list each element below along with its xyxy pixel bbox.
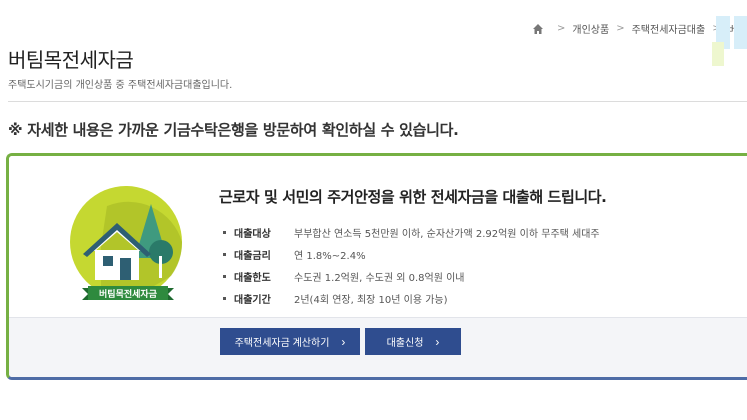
breadcrumb-item-housing-jeonse-loan[interactable]: 주택전세자금대출 [632, 21, 706, 36]
loan-apply-button-label: 대출신청 [386, 338, 424, 349]
emblem-label: 버팀목전세자금 [99, 290, 157, 300]
breadcrumb-separator-icon: > [616, 23, 625, 34]
spec-value: 2년(4회 연장, 최장 10년 이용 가능) [294, 294, 448, 306]
product-headline: 근로자 및 서민의 주거안정을 위한 전세자금을 대출해 드립니다. [219, 188, 607, 206]
loan-calculator-button[interactable]: 주택전세자금 계산하기 › [220, 328, 360, 355]
spec-key: 대출기간 [234, 294, 271, 306]
home-icon[interactable] [532, 23, 544, 35]
loan-apply-button[interactable]: 대출신청 › [365, 328, 461, 355]
spec-item-period: 대출기간 2년(4회 연장, 최장 10년 이용 가능) [223, 287, 600, 309]
spec-value: 부부합산 연소득 5천만원 이하, 순자산가액 2.92억원 이하 무주택 세대… [294, 228, 600, 240]
spec-item-rate: 대출금리 연 1.8%~2.4% [223, 243, 600, 265]
chevron-right-icon: › [341, 334, 346, 349]
emblem-label-banner: 버팀목전세자금 [82, 286, 174, 302]
page-description: 주택도시기금의 개인상품 중 주택전세자금대출입니다. [8, 80, 233, 91]
page-title: 버팀목전세자금 [8, 48, 134, 72]
spec-key: 대출대상 [234, 228, 271, 240]
breadcrumb-separator-icon: > [557, 23, 566, 34]
product-spec-list: 대출대상 부부합산 연소득 5천만원 이하, 순자산가액 2.92억원 이하 무… [223, 221, 600, 309]
bullet-icon [223, 252, 226, 256]
bullet-icon [223, 296, 226, 300]
notice-text: ※ 자세한 내용은 가까운 기금수탁은행을 방문하여 확인하실 수 있습니다. [8, 121, 459, 139]
breadcrumb-item-personal-products[interactable]: 개인상품 [572, 21, 609, 36]
spec-value: 수도권 1.2억원, 수도권 외 0.8억원 이내 [294, 272, 465, 284]
spec-item-limit: 대출한도 수도권 1.2억원, 수도권 외 0.8억원 이내 [223, 265, 600, 287]
spec-key: 대출금리 [234, 250, 271, 262]
breadcrumb: > 개인상품 > 주택전세자금대출 > 버팀목전 [532, 21, 747, 36]
spec-item-target: 대출대상 부부합산 연소득 5천만원 이하, 순자산가액 2.92억원 이하 무… [223, 221, 600, 243]
product-summary-box: 버팀목전세자금 근로자 및 서민의 주거안정을 위한 전세자금을 대출해 드립니… [6, 153, 747, 380]
chevron-right-icon: › [435, 334, 440, 349]
decorative-blocks [712, 16, 747, 66]
loan-calculator-button-label: 주택전세자금 계산하기 [234, 338, 330, 349]
bullet-icon [223, 274, 226, 278]
spec-value: 연 1.8%~2.4% [294, 250, 366, 262]
spec-key: 대출한도 [234, 272, 271, 284]
bullet-icon [223, 230, 226, 234]
divider [8, 101, 747, 102]
